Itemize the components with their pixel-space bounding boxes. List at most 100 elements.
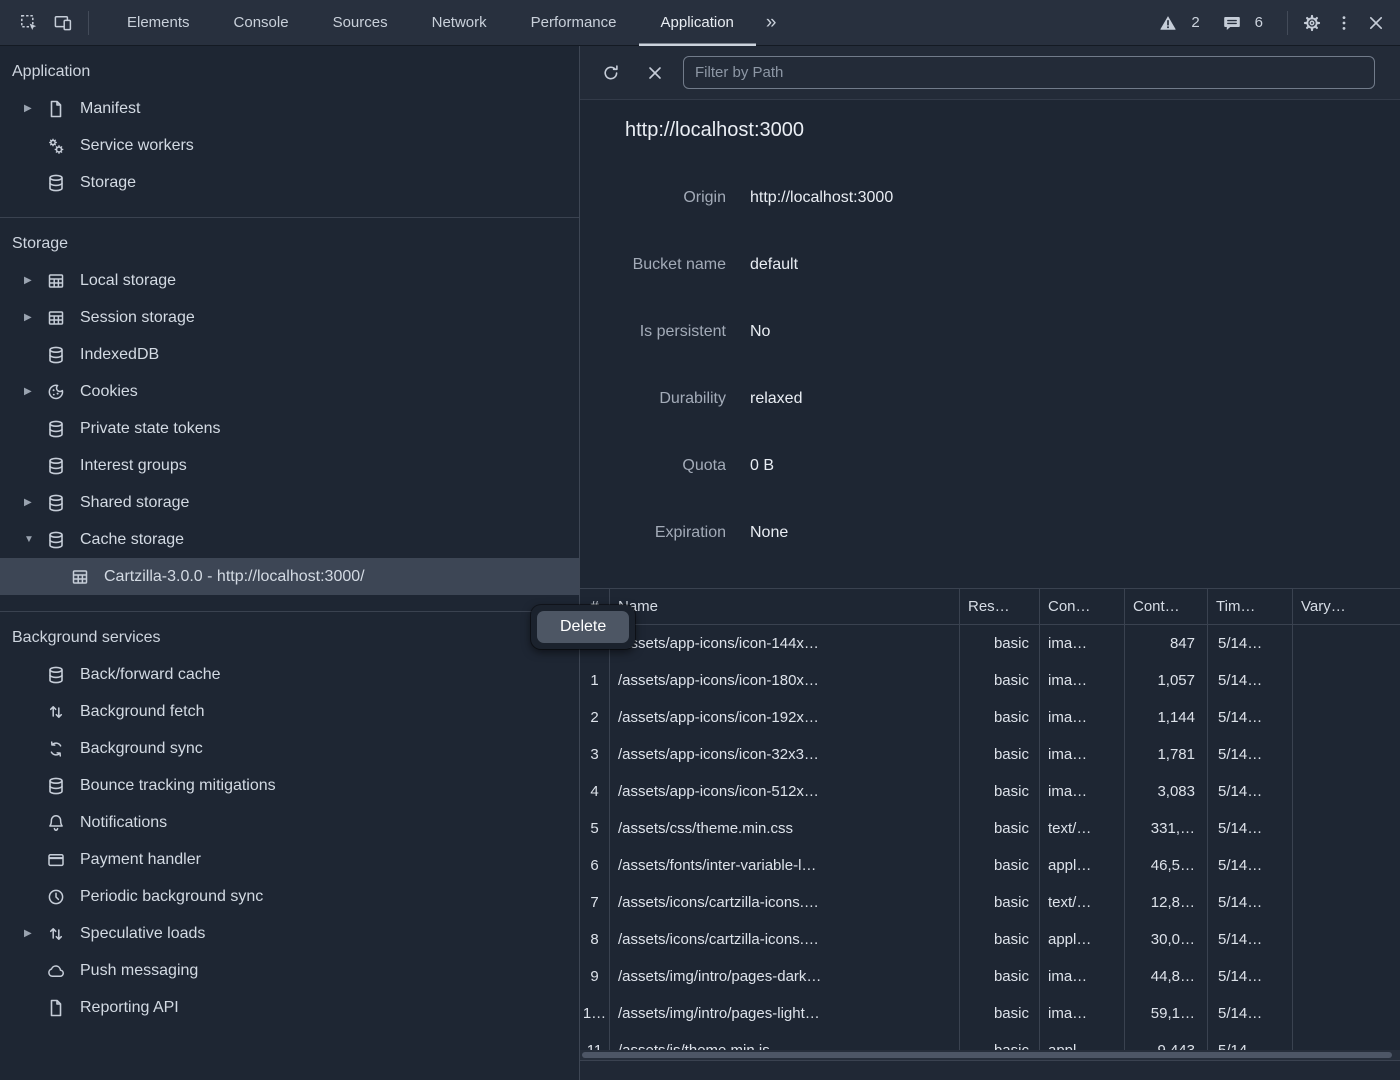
- sidebar-tree-item[interactable]: Background sync: [0, 730, 579, 767]
- detail-row: Bucket name default: [580, 253, 1400, 276]
- panel-tab[interactable]: Elements: [105, 0, 212, 46]
- panel-tab[interactable]: Console: [212, 0, 311, 46]
- sidebar-tree-item[interactable]: Service workers: [0, 127, 579, 164]
- detail-label: Is persistent: [580, 320, 726, 343]
- expander-icon[interactable]: [24, 534, 46, 545]
- sidebar-tree-item[interactable]: IndexedDB: [0, 336, 579, 373]
- cell-response-type: basic: [960, 921, 1040, 958]
- col-header-name[interactable]: Name: [610, 589, 960, 624]
- tree-item-label: Payment handler: [80, 851, 201, 869]
- expander-icon[interactable]: [24, 275, 46, 286]
- sidebar-tree-item[interactable]: Reporting API: [0, 989, 579, 1026]
- horizontal-scrollbar[interactable]: [580, 1050, 1400, 1060]
- table-row[interactable]: 1 /assets/app-icons/icon-180x… basic ima…: [580, 662, 1400, 699]
- db-icon: [46, 456, 66, 476]
- tree-item-label: Background fetch: [80, 703, 205, 721]
- sidebar-tree-item[interactable]: Private state tokens: [0, 410, 579, 447]
- tree-item-label: Background sync: [80, 740, 203, 758]
- kebab-menu-icon[interactable]: [1328, 7, 1360, 39]
- cell-index: 4: [580, 773, 610, 810]
- cell-vary: [1293, 736, 1400, 773]
- clear-icon[interactable]: [639, 57, 671, 89]
- topbar-separator: [1287, 11, 1288, 35]
- topbar-separator: [88, 11, 89, 35]
- sidebar-tree-item[interactable]: Storage: [0, 164, 579, 201]
- panel-tab[interactable]: Application: [639, 0, 756, 46]
- cell-response-type: basic: [960, 699, 1040, 736]
- tree-item-label: Interest groups: [80, 457, 187, 475]
- cell-vary: [1293, 773, 1400, 810]
- table-row[interactable]: 3 /assets/app-icons/icon-32x3… basic ima…: [580, 736, 1400, 773]
- cell-content-type: text/…: [1040, 884, 1125, 921]
- filter-by-path-input[interactable]: [683, 56, 1375, 89]
- table-row[interactable]: 5 /assets/css/theme.min.css basic text/……: [580, 810, 1400, 847]
- sidebar-tree-item[interactable]: Bounce tracking mitigations: [0, 767, 579, 804]
- expander-icon[interactable]: [24, 928, 46, 939]
- expander-icon[interactable]: [24, 103, 46, 114]
- expander-icon[interactable]: [24, 312, 46, 323]
- cache-content: http://localhost:3000 Origin http://loca…: [580, 100, 1400, 1080]
- table-row[interactable]: 11 /assets/js/theme.min.js basic appl… 9…: [580, 1032, 1400, 1050]
- sidebar-tree-item[interactable]: Notifications: [0, 804, 579, 841]
- tree-item-label: Cookies: [80, 383, 138, 401]
- settings-gear-icon[interactable]: [1296, 7, 1328, 39]
- sidebar-tree-item[interactable]: Payment handler: [0, 841, 579, 878]
- detail-row: Quota 0 B: [580, 454, 1400, 477]
- message-count[interactable]: 6: [1255, 14, 1263, 31]
- refresh-icon[interactable]: [595, 57, 627, 89]
- col-header-content-type[interactable]: Con…: [1040, 589, 1125, 624]
- expander-icon[interactable]: [24, 386, 46, 397]
- panel-tab[interactable]: Sources: [311, 0, 410, 46]
- grid-icon: [46, 308, 66, 328]
- table-row[interactable]: 1… /assets/img/intro/pages-light… basic …: [580, 995, 1400, 1032]
- file-icon: [46, 99, 66, 119]
- cell-name: /assets/img/intro/pages-dark…: [610, 958, 960, 995]
- cell-content-type: ima…: [1040, 699, 1125, 736]
- sidebar-tree-item[interactable]: Manifest: [0, 90, 579, 127]
- col-header-content-length[interactable]: Cont…: [1125, 589, 1208, 624]
- sidebar-tree-item[interactable]: Back/forward cache: [0, 656, 579, 693]
- cell-content-length: 1,057: [1125, 662, 1208, 699]
- cell-index: 1…: [580, 995, 610, 1032]
- sidebar-tree-item[interactable]: Push messaging: [0, 952, 579, 989]
- delete-button[interactable]: Delete: [537, 611, 629, 643]
- more-tabs-icon[interactable]: »: [756, 1, 787, 45]
- db-icon: [46, 665, 66, 685]
- sidebar-tree-item[interactable]: Interest groups: [0, 447, 579, 484]
- cell-time-cached: 5/14…: [1208, 625, 1293, 662]
- console-messages-icon[interactable]: [1216, 7, 1248, 39]
- cell-vary: [1293, 699, 1400, 736]
- sidebar-tree-item[interactable]: Local storage: [0, 262, 579, 299]
- table-row[interactable]: 0 /assets/app-icons/icon-144x… basic ima…: [580, 625, 1400, 662]
- inspect-element-icon[interactable]: [12, 6, 46, 40]
- col-header-vary[interactable]: Vary…: [1293, 589, 1400, 624]
- detail-row: Expiration None: [580, 521, 1400, 544]
- sidebar-tree-item[interactable]: Cache storage: [0, 521, 579, 558]
- sidebar-tree-item[interactable]: Cookies: [0, 373, 579, 410]
- table-row[interactable]: 7 /assets/icons/cartzilla-icons.… basic …: [580, 884, 1400, 921]
- table-row[interactable]: 6 /assets/fonts/inter-variable-l… basic …: [580, 847, 1400, 884]
- col-header-response-type[interactable]: Res…: [960, 589, 1040, 624]
- table-row[interactable]: 4 /assets/app-icons/icon-512x… basic ima…: [580, 773, 1400, 810]
- sidebar-tree-item[interactable]: Cartzilla-3.0.0 - http://localhost:3000/: [0, 558, 579, 595]
- close-devtools-icon[interactable]: [1360, 7, 1392, 39]
- warning-icon[interactable]: [1152, 7, 1184, 39]
- cell-response-type: basic: [960, 884, 1040, 921]
- sidebar-section-storage: Storage Local storage Session storage: [0, 218, 579, 612]
- panel-tab[interactable]: Performance: [509, 0, 639, 46]
- sidebar-tree-item[interactable]: Periodic background sync: [0, 878, 579, 915]
- sidebar-tree-item[interactable]: Shared storage: [0, 484, 579, 521]
- table-row[interactable]: 2 /assets/app-icons/icon-192x… basic ima…: [580, 699, 1400, 736]
- table-row[interactable]: 9 /assets/img/intro/pages-dark… basic im…: [580, 958, 1400, 995]
- sidebar-tree-item[interactable]: Background fetch: [0, 693, 579, 730]
- warning-count[interactable]: 2: [1191, 14, 1199, 31]
- sidebar-tree-item[interactable]: Speculative loads: [0, 915, 579, 952]
- scrollbar-thumb[interactable]: [582, 1052, 1392, 1058]
- device-toolbar-icon[interactable]: [46, 6, 80, 40]
- detail-value: 0 B: [750, 454, 774, 477]
- table-row[interactable]: 8 /assets/icons/cartzilla-icons.… basic …: [580, 921, 1400, 958]
- panel-tab[interactable]: Network: [410, 0, 509, 46]
- expander-icon[interactable]: [24, 497, 46, 508]
- sidebar-tree-item[interactable]: Session storage: [0, 299, 579, 336]
- col-header-time-cached[interactable]: Tim…: [1208, 589, 1293, 624]
